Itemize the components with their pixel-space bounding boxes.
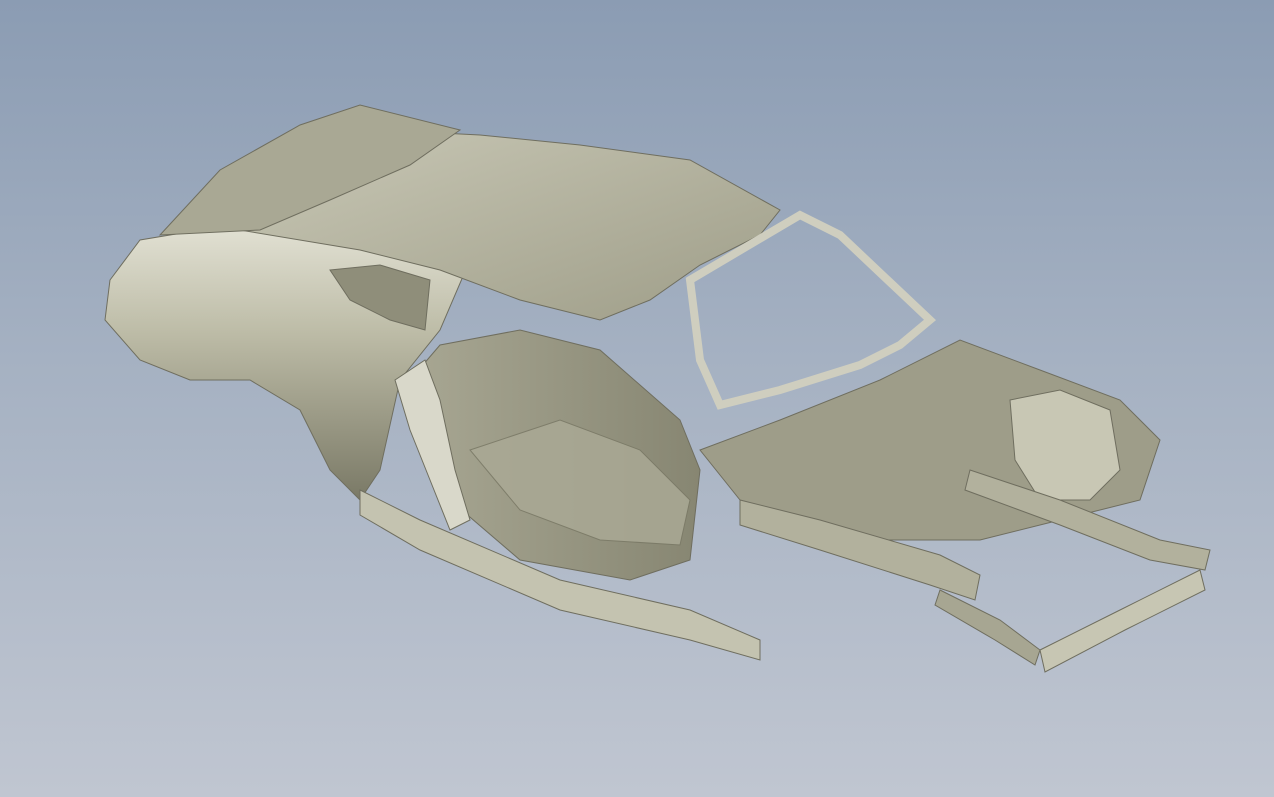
bumper-beam[interactable] [1039,569,1206,673]
car-body-model[interactable] [0,0,1274,797]
crash-rail[interactable] [934,589,1041,666]
3d-viewport[interactable] [0,0,1274,797]
